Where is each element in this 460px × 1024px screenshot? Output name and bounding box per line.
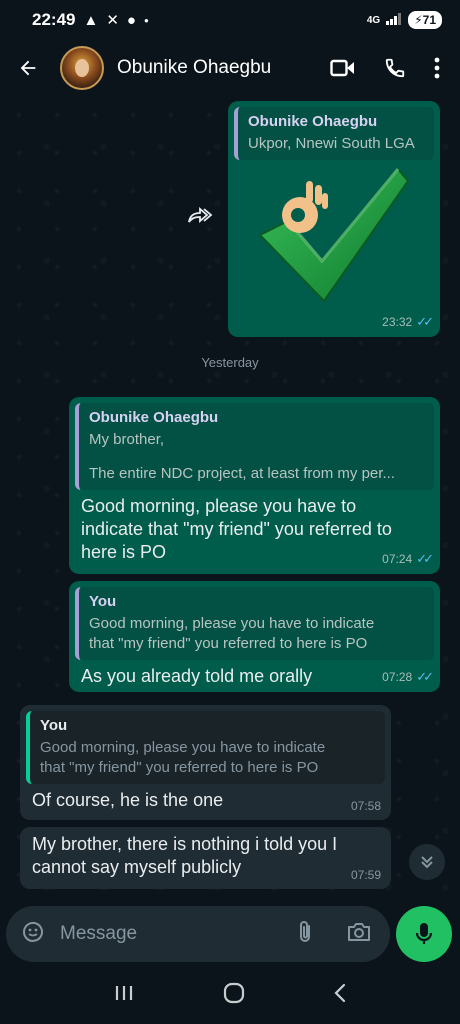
message-time: 07:28 (382, 670, 413, 684)
quoted-message[interactable]: You Good morning, please you have to ind… (26, 711, 385, 784)
battery-indicator: ⚡71 (408, 11, 442, 29)
quoted-message[interactable]: You Good morning, please you have to ind… (75, 587, 434, 660)
forward-icon[interactable] (186, 204, 214, 228)
read-receipt-icon: ✓✓ (416, 314, 434, 329)
message-meta: 07:59 (351, 868, 381, 882)
quote-author: Obunike Ohaegbu (89, 409, 219, 426)
mic-icon (415, 923, 433, 944)
recents-icon[interactable] (113, 983, 135, 1008)
quoted-message[interactable]: Obunike Ohaegbu My brother, The entire N… (75, 403, 434, 490)
quote-text: The entire NDC project, at least from my… (89, 465, 395, 482)
chat-notification-icon: ● (126, 11, 136, 29)
read-receipt-icon: ✓✓ (416, 551, 434, 566)
quote-author: You (89, 593, 117, 610)
camera-icon[interactable] (346, 921, 372, 948)
missed-call-icon: ✕ (106, 12, 119, 29)
sticker-icon[interactable] (20, 919, 46, 950)
ok-hand-checkmark-sticker[interactable] (248, 163, 418, 313)
message-meta: 23:32 ✓✓ (382, 314, 434, 330)
quote-text: Good morning, please you have to indicat… (40, 739, 326, 756)
back-arrow-icon[interactable] (0, 40, 56, 96)
video-call-icon[interactable] (330, 58, 356, 78)
warning-icon: ▲ (83, 11, 99, 29)
quote-author: You (40, 717, 68, 734)
message-text: As you already told me orally (81, 666, 313, 686)
message-text: indicate that "my friend" you referred t… (81, 519, 392, 539)
contact-name[interactable]: Obunike Ohaegbu (117, 57, 271, 79)
message-text: My brother, there is nothing i told you … (32, 834, 338, 854)
chat-area[interactable]: Obunike Ohaegbu Ukpor, Nnewi South LGA 2… (0, 96, 460, 902)
chat-header: Obunike Ohaegbu (0, 40, 460, 96)
message-bubble-incoming[interactable]: My brother, there is nothing i told you … (20, 827, 391, 889)
message-bubble-outgoing[interactable]: You Good morning, please you have to ind… (69, 581, 440, 692)
quote-text: My brother, (89, 431, 165, 448)
attach-icon[interactable] (296, 919, 314, 950)
date-separator: Yesterday (201, 355, 259, 370)
message-text: Good morning, please you have to (81, 496, 357, 516)
quote-text: that "my friend" you referred to here is… (40, 759, 319, 776)
message-time: 07:59 (350, 868, 381, 882)
scroll-to-bottom-button[interactable] (409, 844, 445, 880)
quoted-message[interactable]: Obunike Ohaegbu Ukpor, Nnewi South LGA (234, 107, 434, 160)
dot-icon: ● (143, 15, 149, 25)
message-meta: 07:24 ✓✓ (382, 551, 434, 567)
message-text: here is PO (81, 542, 167, 562)
message-time: 07:58 (350, 799, 381, 813)
status-bar: 22:49 ▲ ✕ ● ● 4G ⚡71 (0, 0, 460, 40)
back-nav-icon[interactable] (333, 982, 347, 1009)
message-meta: 07:28 ✓✓ (382, 669, 434, 685)
message-meta: 07:58 (351, 799, 381, 813)
quote-text: Ukpor, Nnewi South LGA (248, 135, 415, 152)
message-time: 23:32 (382, 315, 413, 329)
message-bubble-outgoing[interactable]: Obunike Ohaegbu My brother, The entire N… (69, 397, 440, 574)
avatar[interactable] (60, 46, 104, 90)
message-bubble-outgoing[interactable]: Obunike Ohaegbu Ukpor, Nnewi South LGA 2… (228, 101, 440, 337)
message-text: cannot say myself publicly (32, 857, 242, 877)
message-text: Of course, he is the one (32, 790, 224, 810)
message-time: 07:24 (382, 552, 413, 566)
message-bubble-incoming[interactable]: You Good morning, please you have to ind… (20, 705, 391, 820)
signal-icon (386, 12, 402, 28)
read-receipt-icon: ✓✓ (416, 669, 434, 684)
message-composer[interactable]: Message (6, 906, 390, 962)
voice-call-icon[interactable] (384, 57, 406, 79)
quote-author: Obunike Ohaegbu (248, 113, 378, 130)
chevron-double-down-icon (421, 856, 433, 869)
mic-button[interactable] (396, 906, 452, 962)
message-input[interactable]: Message (60, 923, 296, 945)
battery-level: 71 (422, 13, 436, 27)
more-options-icon[interactable] (434, 57, 440, 79)
home-icon[interactable] (222, 981, 246, 1010)
network-type: 4G (366, 14, 381, 26)
quote-text: Good morning, please you have to indicat… (89, 615, 375, 632)
system-nav-bar (0, 966, 460, 1024)
status-time: 22:49 (32, 10, 76, 29)
quote-text: that "my friend" you referred to here is… (89, 635, 368, 652)
